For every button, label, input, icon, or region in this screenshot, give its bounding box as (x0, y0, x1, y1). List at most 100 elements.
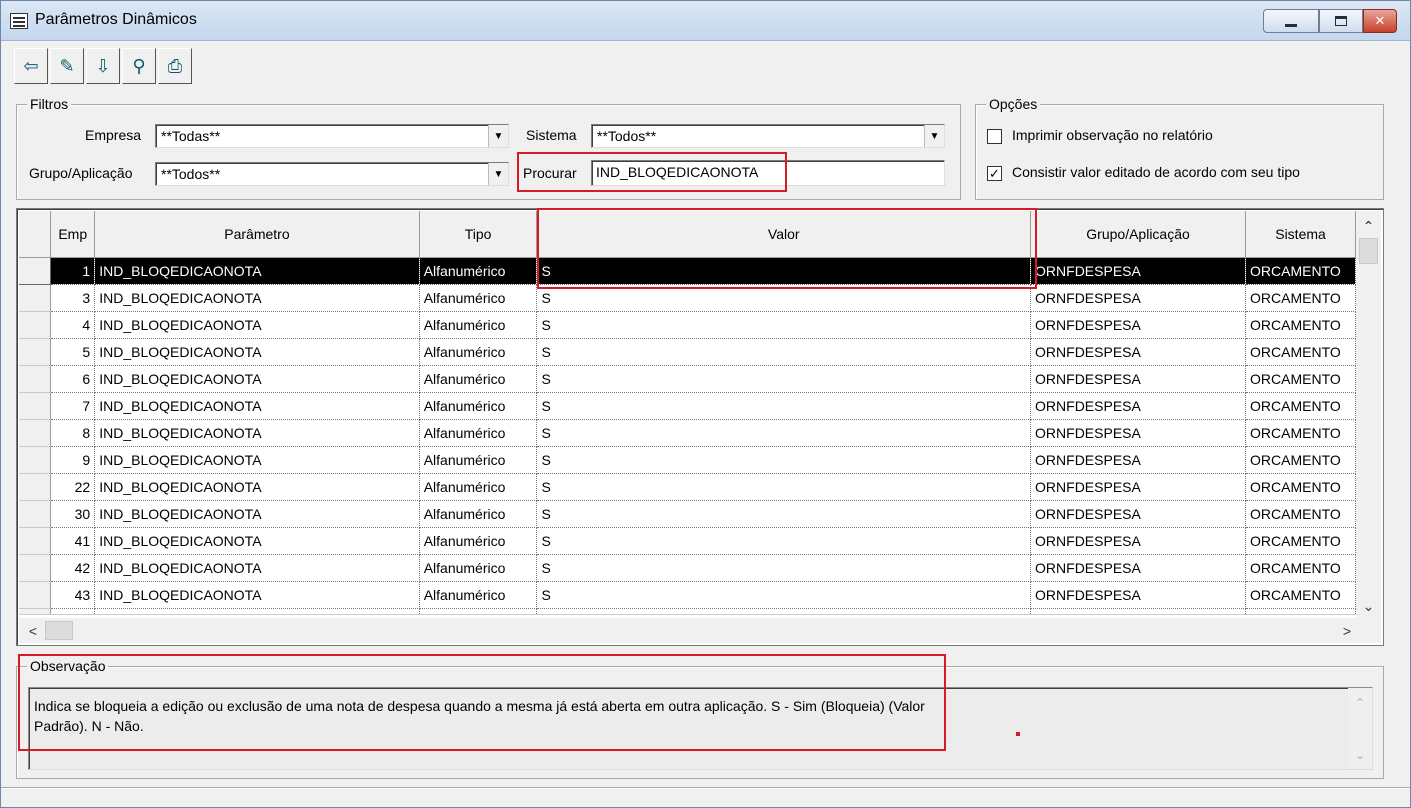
cell-tipo[interactable]: Alfanumérico (419, 419, 538, 447)
cell-valor[interactable]: S (536, 392, 1032, 420)
printer-button[interactable]: ⎙ (158, 48, 192, 84)
scroll-up-icon[interactable]: ⌃ (1356, 215, 1381, 237)
cell-parametro[interactable]: IND_BLOQEDICAONOTA (94, 392, 420, 420)
scroll-left-icon[interactable]: < (21, 618, 45, 643)
column-header-grupo[interactable]: Grupo/Aplicação (1030, 211, 1247, 258)
cell-parametro[interactable]: IND_BLOQEDICAONOTA (94, 365, 420, 393)
imprimir-observacao-checkbox[interactable] (987, 129, 1002, 144)
sistema-select[interactable]: **Todos** ▼ (591, 124, 945, 148)
row-indicator[interactable] (19, 500, 52, 528)
cell-grupo[interactable]: ORNFDESPESA (1030, 338, 1247, 366)
cell-sistema[interactable]: ORCAMENTO (1245, 554, 1356, 582)
cell-sistema[interactable]: ORCAMENTO (1245, 311, 1356, 339)
cell-tipo[interactable]: Alfanumérico (419, 311, 538, 339)
cell-grupo[interactable]: ORNFDESPESA (1030, 473, 1247, 501)
cell-grupo[interactable]: ORNFDESPESA (1030, 554, 1247, 582)
observacao-memo[interactable]: Indica se bloqueia a edição ou exclusão … (28, 687, 1373, 770)
row-indicator[interactable] (19, 257, 52, 285)
cell-valor[interactable]: S (536, 419, 1032, 447)
edit-button[interactable]: ✎ (50, 48, 84, 84)
table-row[interactable]: 4 IND_BLOQEDICAONOTA Alfanumérico S ORNFDESP… (19, 311, 1356, 339)
cell-emp[interactable]: 3 (50, 284, 96, 312)
table-row[interactable]: 3 IND_BLOQEDICAONOTA Alfanumérico S ORNFDESP… (19, 284, 1356, 312)
cell-parametro[interactable]: IND_BLOQEDICAONOTA (94, 311, 420, 339)
cell-parametro[interactable]: IND_BLOQEDICAONOTA (94, 554, 420, 582)
row-indicator[interactable] (19, 419, 52, 447)
cell-emp[interactable]: 5 (50, 338, 96, 366)
chevron-down-icon[interactable]: ▼ (924, 125, 944, 147)
cell-sistema[interactable]: ORCAMENTO (1245, 365, 1356, 393)
scroll-up-icon[interactable]: ⌃ (1348, 692, 1372, 714)
cell-parametro[interactable]: IND_BLOQEDICAONOTA (94, 338, 420, 366)
consistir-valor-checkbox[interactable]: ✓ (987, 166, 1002, 181)
cell-parametro[interactable]: IND_BLOQEDICAONOTA (94, 473, 420, 501)
cell-valor[interactable]: S (536, 446, 1032, 474)
row-indicator[interactable] (19, 554, 52, 582)
cell-valor[interactable]: S (536, 365, 1032, 393)
cell-parametro[interactable]: IND_BLOQEDICAONOTA (94, 419, 420, 447)
cell-parametro[interactable]: IND_BLOQEDICAONOTA (94, 446, 420, 474)
cell-emp[interactable]: 9 (50, 446, 96, 474)
row-indicator[interactable] (19, 473, 52, 501)
cell-valor[interactable]: S (536, 581, 1032, 609)
cell-valor[interactable]: S (536, 473, 1032, 501)
cell-grupo[interactable]: ORNFDESPESA (1030, 257, 1247, 285)
empresa-select[interactable]: **Todas** ▼ (155, 124, 509, 148)
cell-valor[interactable]: S (536, 284, 1032, 312)
cell-valor[interactable]: S (536, 500, 1032, 528)
cell-tipo[interactable]: Alfanumérico (419, 338, 538, 366)
cell-grupo[interactable]: ORNFDESPESA (1030, 365, 1247, 393)
table-row[interactable]: 8 IND_BLOQEDICAONOTA Alfanumérico S ORNFDESP… (19, 419, 1356, 447)
procurar-input-box[interactable] (591, 160, 945, 186)
cell-grupo[interactable]: ORNFDESPESA (1030, 284, 1247, 312)
cell-sistema[interactable]: ORCAMENTO (1245, 257, 1356, 285)
cell-tipo[interactable]: Alfanumérico (419, 257, 538, 285)
cell-sistema[interactable]: ORCAMENTO (1245, 392, 1356, 420)
binoculars-button[interactable]: ⚲ (122, 48, 156, 84)
table-row[interactable]: 22 IND_BLOQEDICAONOTA Alfanumérico S ORNFDES… (19, 473, 1356, 501)
cell-sistema[interactable]: ORCAMENTO (1245, 419, 1356, 447)
column-header-emp[interactable]: Emp (50, 211, 96, 258)
cell-tipo[interactable]: Alfanumérico (419, 473, 538, 501)
cell-sistema[interactable]: ORCAMENTO (1245, 284, 1356, 312)
column-header-valor[interactable]: Valor (536, 211, 1032, 258)
cell-sistema[interactable]: ORCAMENTO (1245, 581, 1356, 609)
cell-emp[interactable]: 6 (50, 365, 96, 393)
cell-emp[interactable]: 7 (50, 392, 96, 420)
cell-tipo[interactable]: Alfanumérico (419, 500, 538, 528)
cell-emp[interactable]: 8 (50, 419, 96, 447)
cell-grupo[interactable]: ORNFDESPESA (1030, 527, 1247, 555)
cell-tipo[interactable]: Alfanumérico (419, 554, 538, 582)
cell-valor[interactable]: S (536, 527, 1032, 555)
minimize-button[interactable] (1263, 9, 1319, 33)
horizontal-scrollbar[interactable]: < > (19, 618, 1356, 643)
cell-emp[interactable]: 1 (50, 257, 96, 285)
cell-parametro[interactable]: IND_BLOQEDICAONOTA (94, 284, 420, 312)
cell-sistema[interactable]: ORCAMENTO (1245, 527, 1356, 555)
scroll-down-icon[interactable]: ⌄ (1348, 744, 1372, 766)
cell-sistema[interactable]: ORCAMENTO (1245, 338, 1356, 366)
cell-grupo[interactable]: ORNFDESPESA (1030, 419, 1247, 447)
cell-parametro[interactable]: IND_BLOQEDICAONOTA (94, 257, 420, 285)
table-row[interactable]: 42 IND_BLOQEDICAONOTA Alfanumérico S ORNFDES… (19, 554, 1356, 582)
horizontal-scroll-thumb[interactable] (45, 621, 73, 640)
cell-sistema[interactable]: ORCAMENTO (1245, 446, 1356, 474)
scroll-down-icon[interactable]: ⌄ (1356, 595, 1381, 617)
cell-sistema[interactable]: ORCAMENTO (1245, 473, 1356, 501)
import-button[interactable]: ⇩ (86, 48, 120, 84)
table-row[interactable]: 43 IND_BLOQEDICAONOTA Alfanumérico S ORNFDES… (19, 581, 1356, 609)
cell-emp[interactable]: 41 (50, 527, 96, 555)
cell-valor[interactable]: S (536, 338, 1032, 366)
cell-emp[interactable]: 4 (50, 311, 96, 339)
procurar-input[interactable] (596, 164, 896, 180)
chevron-down-icon[interactable]: ▼ (488, 125, 508, 147)
column-header-parametro[interactable]: Parâmetro (94, 211, 420, 258)
maximize-button[interactable] (1319, 9, 1363, 33)
grupo-select[interactable]: **Todos** ▼ (155, 162, 509, 186)
table-row[interactable]: 41 IND_BLOQEDICAONOTA Alfanumérico S ORNFDES… (19, 527, 1356, 555)
close-button[interactable]: ✕ (1363, 9, 1397, 33)
row-indicator[interactable] (19, 338, 52, 366)
cell-emp[interactable]: 42 (50, 554, 96, 582)
chevron-down-icon[interactable]: ▼ (488, 163, 508, 185)
cell-valor[interactable]: S (536, 311, 1032, 339)
